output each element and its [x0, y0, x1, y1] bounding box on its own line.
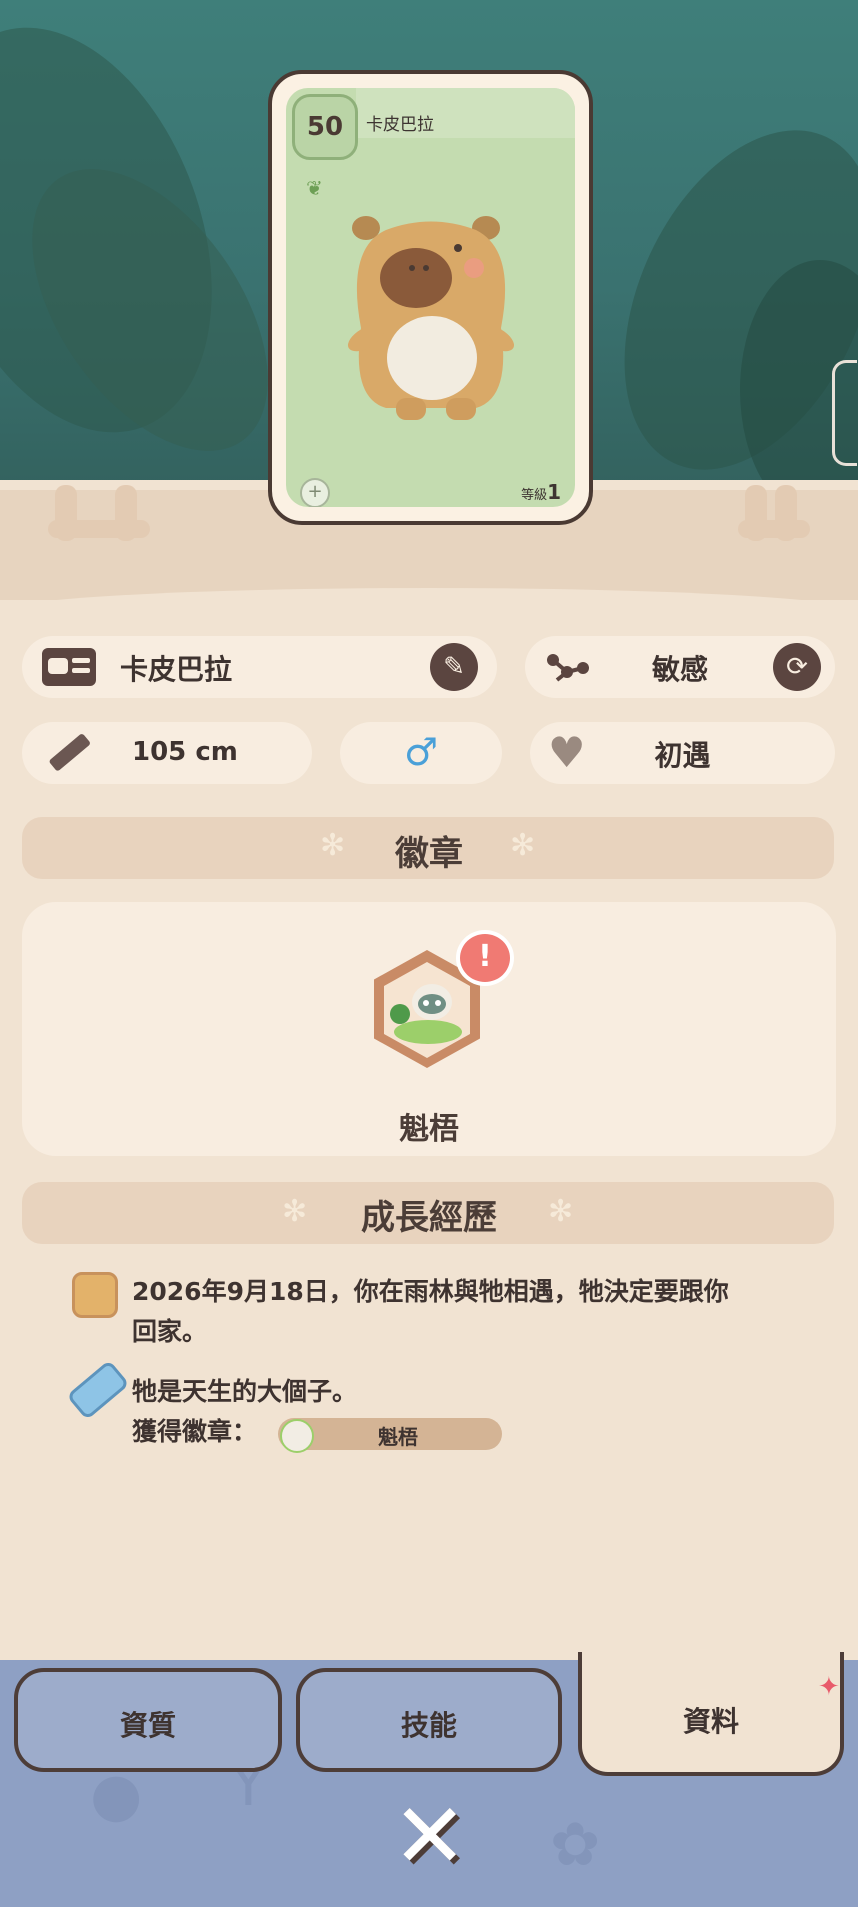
tab-aptitude[interactable]: 資質 — [14, 1668, 282, 1772]
badge-name: 魁梧 — [399, 1112, 459, 1147]
growth-title: 成長經歷 — [361, 1198, 497, 1238]
ruler-icon — [49, 734, 90, 771]
tab-skills[interactable]: 技能 — [296, 1668, 562, 1772]
new-badge-alert: ! — [456, 930, 514, 986]
name-pill: 卡皮巴拉 ✎ — [22, 636, 497, 698]
sprout-icon: ❦ — [306, 176, 323, 200]
side-handle[interactable] — [832, 360, 857, 466]
height-value: 105 cm — [132, 737, 238, 767]
refresh-personality-button[interactable]: ⟳ — [773, 643, 821, 691]
sparkle-icon: ✦ — [818, 1672, 840, 1702]
male-icon: ♂ — [403, 730, 439, 774]
id-card-icon — [42, 648, 96, 686]
card-name: 卡皮巴拉 — [366, 115, 434, 135]
level-badge: 50 — [292, 94, 358, 160]
pet-name: 卡皮巴拉 — [120, 653, 233, 686]
badges-title: 徽章 — [395, 834, 463, 874]
badge-tag[interactable]: 魁梧 — [278, 1418, 502, 1453]
edit-name-button[interactable]: ✎ — [430, 643, 478, 691]
personality-pill: 敏感 ⟳ — [525, 636, 835, 698]
meeting-icon — [72, 1272, 118, 1318]
card-grade: 等級1 — [521, 480, 561, 504]
height-pill: 105 cm — [22, 722, 312, 784]
tab-data[interactable]: 資料 — [578, 1652, 844, 1776]
badge-mini-icon — [280, 1419, 314, 1453]
affinity-pill: ♥ 初遇 — [530, 722, 835, 784]
close-button[interactable]: ✕ — [392, 1792, 467, 1882]
add-icon[interactable]: + — [300, 478, 330, 507]
history-entry-1: 2026年9月18日，你在雨林與牠相遇，牠決定要跟你 回家。 — [132, 1277, 729, 1346]
capybara-illustration — [347, 216, 515, 420]
character-card[interactable]: 50 卡皮巴拉 ❦ + 等級1 — [268, 70, 593, 525]
gender-pill: ♂ — [340, 722, 502, 784]
affinity-label: 初遇 — [654, 739, 711, 772]
badge-icon — [390, 984, 462, 1044]
